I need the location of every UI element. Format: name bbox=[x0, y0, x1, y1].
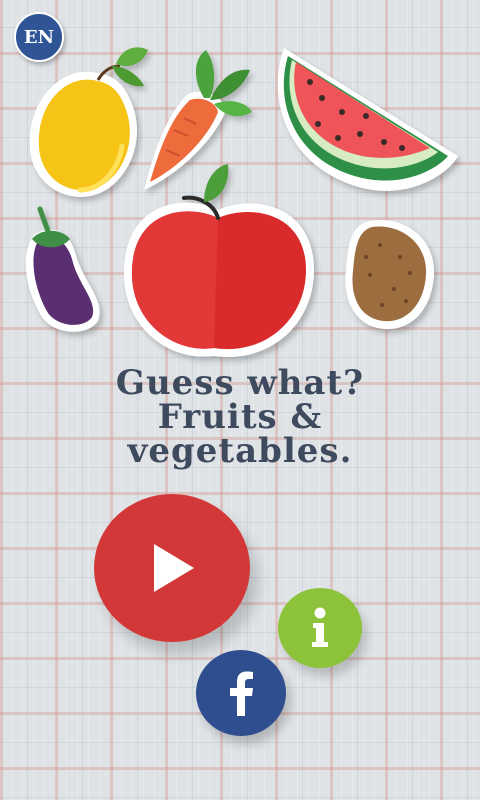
title-line-2: Fruits & bbox=[157, 397, 323, 437]
potato-illustration bbox=[345, 219, 435, 330]
apple-illustration bbox=[123, 164, 314, 358]
eggplant-illustration bbox=[25, 206, 100, 332]
play-button[interactable] bbox=[94, 494, 250, 642]
game-title: Guess what? Fruits & vegetables. bbox=[20, 366, 460, 468]
facebook-button[interactable] bbox=[196, 650, 286, 736]
title-line-1: Guess what? bbox=[115, 363, 365, 403]
info-button[interactable] bbox=[278, 588, 362, 668]
info-icon bbox=[312, 607, 328, 647]
play-icon bbox=[154, 544, 194, 592]
facebook-icon bbox=[230, 671, 253, 716]
title-line-3: vegetables. bbox=[127, 431, 353, 471]
